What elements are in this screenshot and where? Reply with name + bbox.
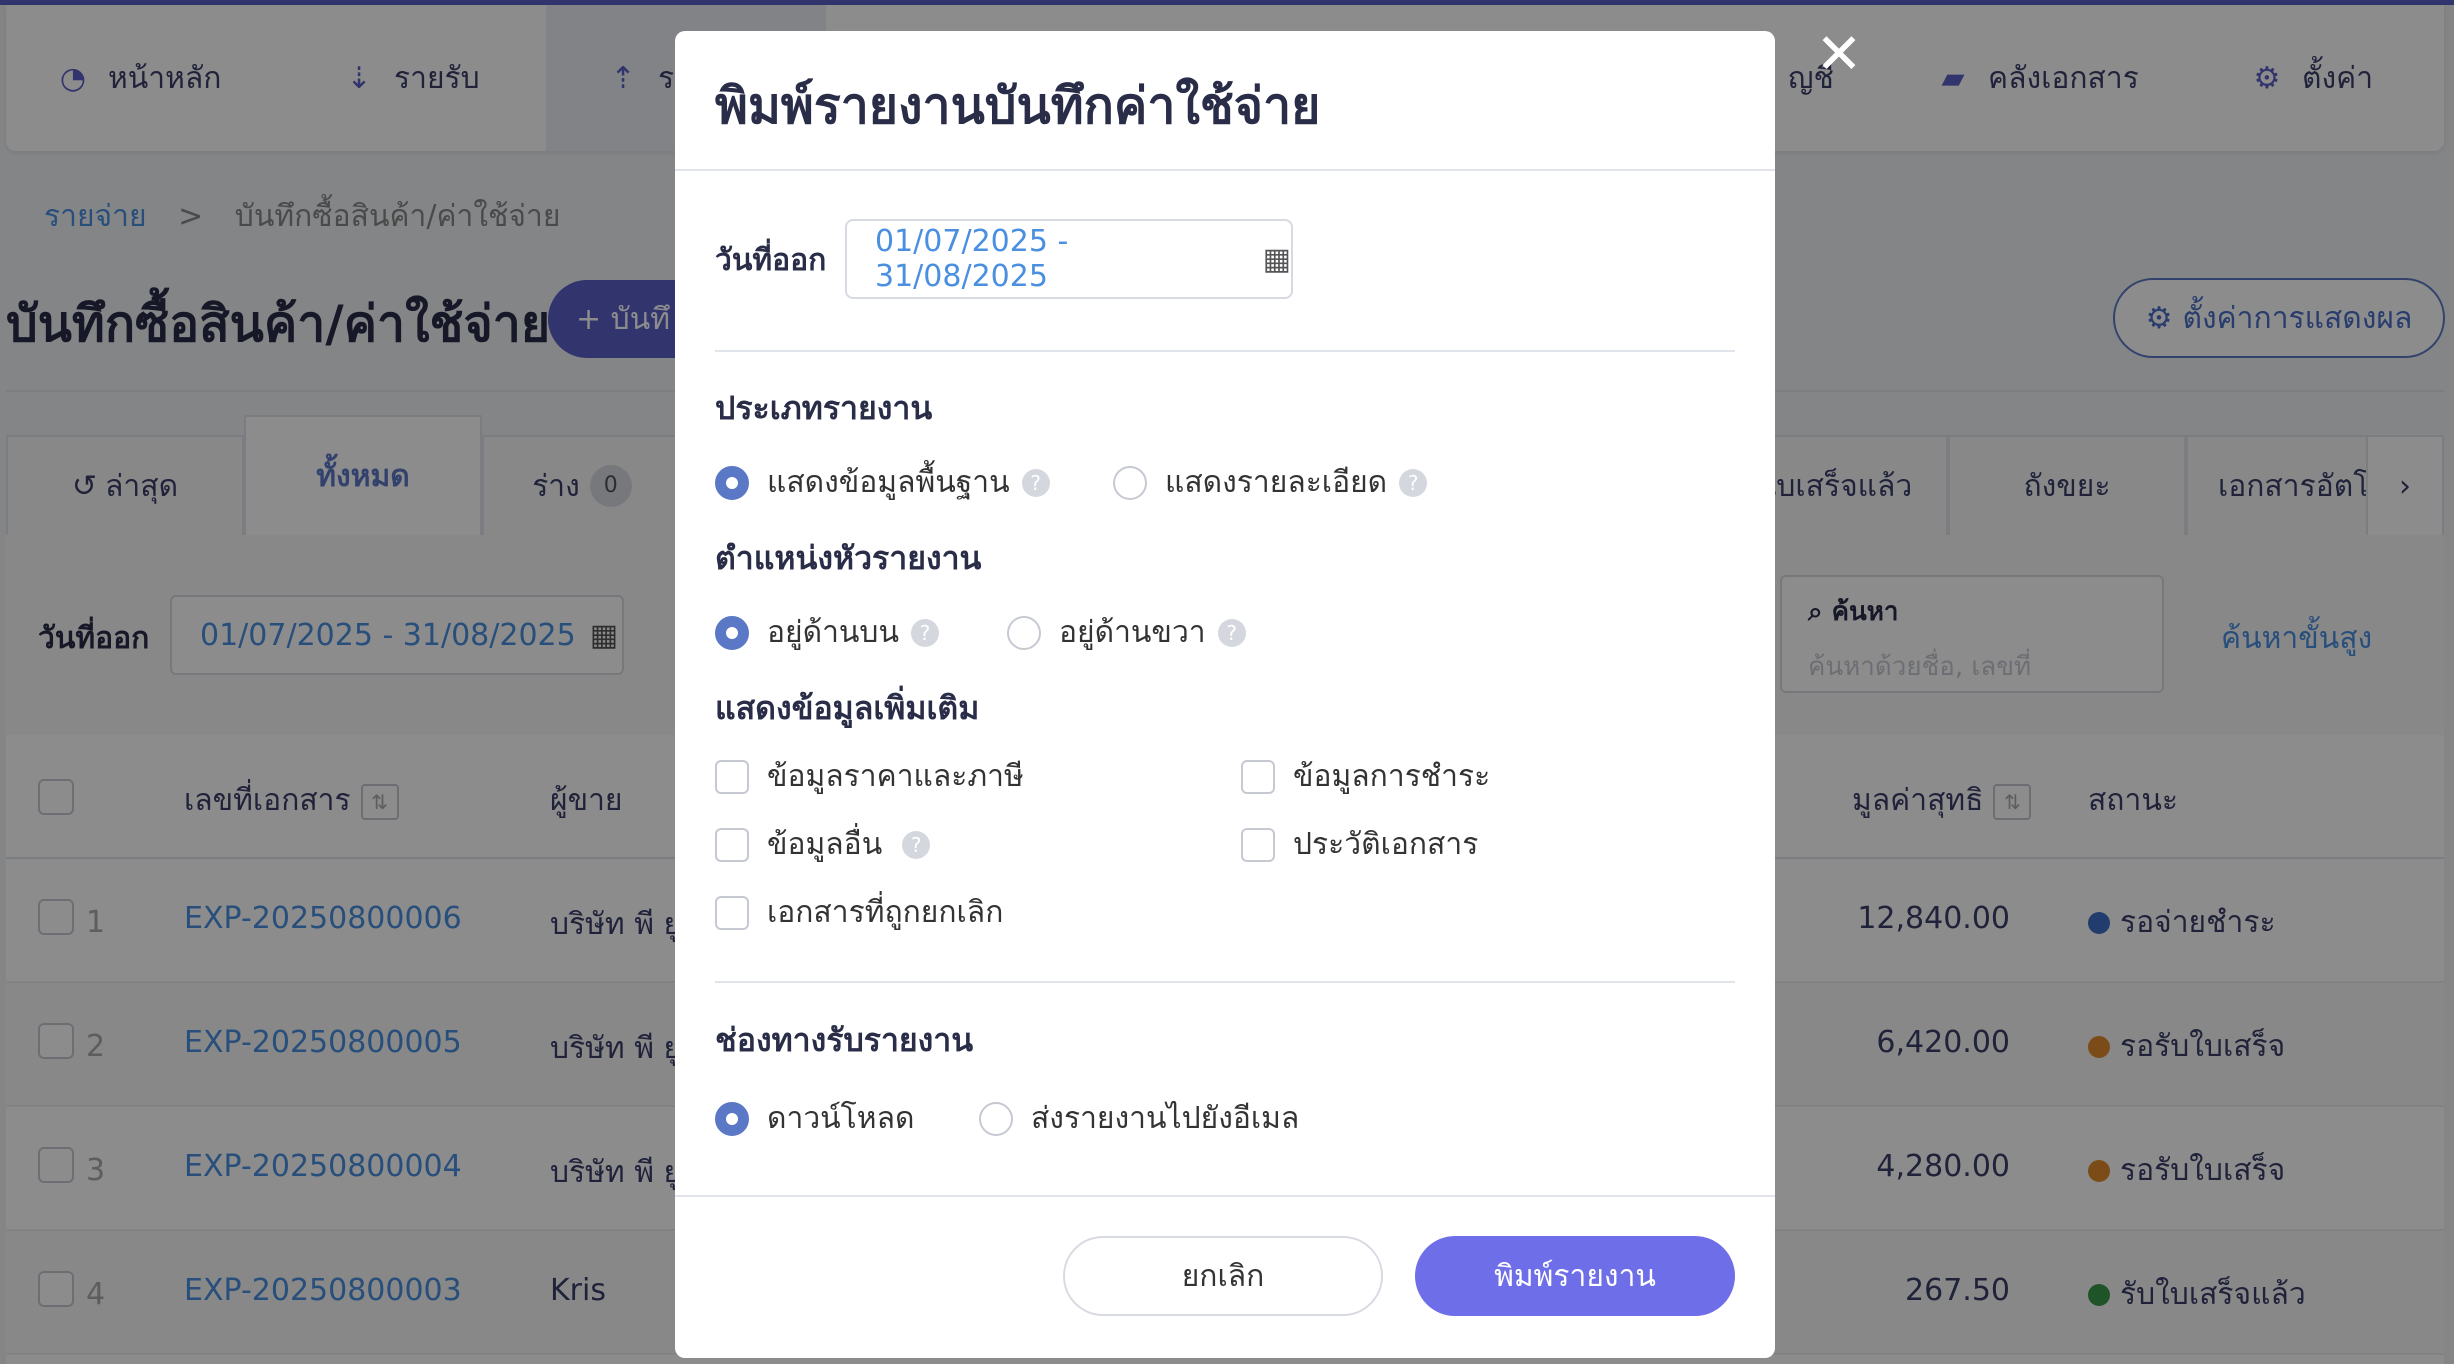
radio-button[interactable] — [979, 1101, 1013, 1136]
radio-label: อยู่ด้านขวา — [1059, 615, 1206, 650]
report-type-heading: ประเภทรายงาน — [715, 389, 933, 427]
radio-header-top[interactable]: อยู่ด้านบน ? — [715, 609, 939, 656]
checkbox-payment-info[interactable]: ข้อมูลการชำระ — [1241, 753, 1490, 800]
print-report-dialog: พิมพ์รายงานบันทึกค่าใช้จ่าย วันที่ออก 01… — [675, 31, 1775, 1358]
help-icon[interactable]: ? — [1217, 618, 1246, 647]
radio-label: ส่งรายงานไปยังอีเมล — [1031, 1101, 1300, 1136]
radio-label: แสดงข้อมูลพื้นฐาน — [767, 465, 1010, 500]
report-date-range-value: 01/07/2025 - 31/08/2025 — [875, 224, 1069, 294]
divider — [715, 350, 1735, 352]
header-position-heading: ตำแหน่งหัวรายงาน — [715, 539, 982, 577]
help-icon[interactable]: ? — [1399, 468, 1428, 497]
checkbox[interactable] — [715, 895, 749, 930]
radio-button-selected[interactable] — [715, 465, 749, 500]
radio-send-email[interactable]: ส่งรายงานไปยังอีเมล — [979, 1095, 1299, 1142]
help-icon[interactable]: ? — [910, 618, 939, 647]
checkbox-cancelled-docs[interactable]: เอกสารที่ถูกยกเลิก — [715, 889, 1003, 936]
report-date-range-input[interactable]: 01/07/2025 - 31/08/2025 ▦ — [845, 219, 1293, 299]
checkbox-label: เอกสารที่ถูกยกเลิก — [767, 895, 1004, 930]
checkbox-label: ข้อมูลการชำระ — [1293, 759, 1491, 794]
radio-detailed[interactable]: แสดงรายละเอียด ? — [1113, 459, 1428, 506]
radio-button[interactable] — [1007, 615, 1041, 650]
checkbox[interactable] — [1241, 827, 1275, 862]
divider — [715, 981, 1735, 983]
checkbox-other-info[interactable]: ข้อมูลอื่น ? — [715, 821, 931, 868]
radio-button-selected[interactable] — [715, 1101, 749, 1136]
extra-info-heading: แสดงข้อมูลเพิ่มเติม — [715, 689, 980, 727]
help-icon[interactable]: ? — [902, 830, 931, 859]
radio-label: อยู่ด้านบน — [767, 615, 899, 650]
checkbox-label: ข้อมูลราคาและภาษี — [767, 759, 1024, 794]
issue-date-label: วันที่ออก — [715, 243, 827, 278]
checkbox[interactable] — [715, 827, 749, 862]
delivery-channel-heading: ช่องทางรับรายงาน — [715, 1021, 974, 1059]
divider — [675, 169, 1775, 171]
divider — [675, 1195, 1775, 1197]
radio-label: แสดงรายละเอียด — [1165, 465, 1388, 500]
dialog-title: พิมพ์รายงานบันทึกค่าใช้จ่าย — [715, 77, 1321, 135]
cancel-button[interactable]: ยกเลิก — [1063, 1236, 1383, 1316]
help-icon[interactable]: ? — [1021, 468, 1050, 497]
radio-download[interactable]: ดาวน์โหลด — [715, 1095, 914, 1142]
calendar-icon: ▦ — [1262, 241, 1291, 277]
radio-basic-info[interactable]: แสดงข้อมูลพื้นฐาน ? — [715, 459, 1050, 506]
checkbox[interactable] — [715, 759, 749, 794]
checkbox-label: ประวัติเอกสาร — [1293, 827, 1479, 862]
checkbox[interactable] — [1241, 759, 1275, 794]
checkbox-label: ข้อมูลอื่น — [767, 827, 883, 862]
close-icon[interactable]: ✕ — [1812, 27, 1866, 83]
radio-button[interactable] — [1113, 465, 1147, 500]
checkbox-document-history[interactable]: ประวัติเอกสาร — [1241, 821, 1478, 868]
print-report-button[interactable]: พิมพ์รายงาน — [1415, 1236, 1735, 1316]
radio-button-selected[interactable] — [715, 615, 749, 650]
radio-label: ดาวน์โหลด — [767, 1101, 915, 1136]
radio-header-right[interactable]: อยู่ด้านขวา ? — [1007, 609, 1246, 656]
checkbox-price-tax[interactable]: ข้อมูลราคาและภาษี — [715, 753, 1024, 800]
